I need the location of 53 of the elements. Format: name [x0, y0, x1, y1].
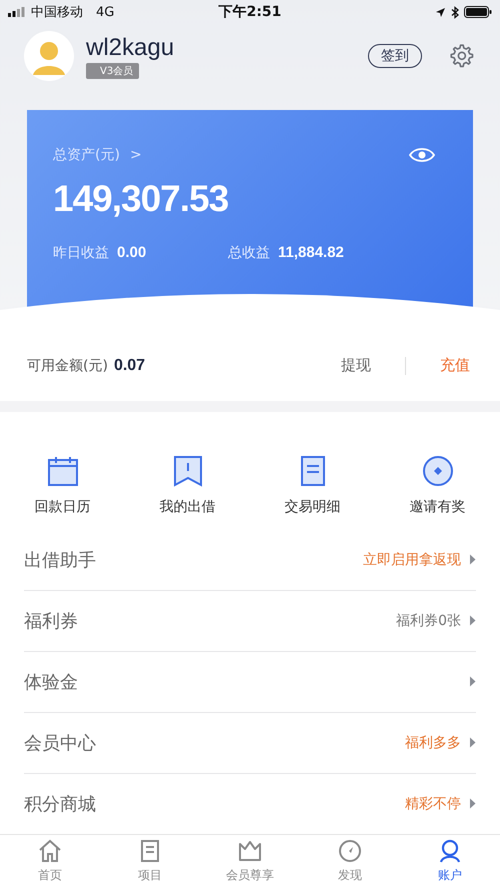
battery-icon [464, 6, 492, 18]
carrier-name: 中国移动 [31, 4, 83, 21]
chevron-right-icon [469, 615, 476, 626]
menu-row[interactable]: 积分商城 精彩不停 [24, 774, 476, 834]
eye-icon[interactable] [409, 147, 435, 163]
username: wl2kagu [86, 34, 176, 62]
menu-label: 福利券 [24, 610, 79, 633]
status-time: 下午2:51 [218, 3, 282, 21]
recharge-button[interactable]: 充值 [440, 356, 470, 376]
home-icon [37, 838, 63, 864]
earnings-value: 11,884.82 [278, 244, 344, 261]
menu-row[interactable]: 体验金 [24, 652, 476, 713]
tab-item[interactable]: 会员尊享 [210, 834, 290, 888]
menu-label: 会员中心 [24, 732, 97, 755]
balance-label: 可用金额(元) [27, 356, 108, 375]
total-assets-value: 149,307.53 [53, 178, 230, 220]
chevron-right-icon [469, 554, 476, 566]
compass-icon [337, 838, 363, 864]
tab-item[interactable]: 账户 [410, 834, 490, 888]
shortcut-button[interactable]: 回款日历 [8, 454, 118, 516]
shortcut-button[interactable]: 我的出借 [132, 454, 242, 516]
menu-row[interactable]: 福利券 福利券0张 [24, 590, 476, 652]
yesterday-label: 昨日收益 [53, 244, 109, 262]
balance-value: 0.07 [114, 356, 146, 375]
location-icon [434, 6, 446, 18]
chevron-right-icon [469, 798, 476, 810]
earnings-label: 总收益 [228, 244, 270, 262]
menu-label: 积分商城 [24, 792, 97, 816]
yesterday-value: 0.00 [117, 244, 146, 261]
tab-item[interactable]: 首页 [10, 834, 90, 888]
tab-item[interactable]: 发现 [310, 834, 390, 888]
chevron-right-icon [469, 737, 476, 748]
person-icon [437, 838, 463, 864]
menu-value: 立即启用拿返现 [363, 550, 461, 569]
tab-item[interactable]: 项目 [110, 834, 190, 888]
checkin-button[interactable]: 签到 [368, 44, 422, 68]
shortcut-button[interactable]: 邀请有奖 [382, 454, 492, 516]
menu-row[interactable]: 出借助手 立即启用拿返现 [24, 530, 476, 591]
level-badge: V3会员 [86, 62, 140, 78]
menu-value: 福利券0张 [396, 612, 461, 630]
menu-row[interactable]: 会员中心 福利多多 [24, 712, 476, 774]
withdraw-button[interactable]: 提现 [341, 356, 371, 376]
menu-value: 精彩不停 [405, 794, 461, 813]
shortcut-button[interactable]: 交易明细 [258, 454, 368, 516]
network-type: 4G [96, 4, 114, 20]
chevron-right-icon [469, 676, 476, 688]
menu-label: 体验金 [24, 670, 79, 694]
menu-label: 出借助手 [24, 548, 97, 572]
settings-icon[interactable] [448, 43, 474, 69]
bluetooth-icon [450, 6, 459, 18]
signal-icon [8, 7, 26, 17]
menu-value: 福利多多 [405, 734, 461, 752]
diamond-circle-icon [420, 454, 454, 488]
